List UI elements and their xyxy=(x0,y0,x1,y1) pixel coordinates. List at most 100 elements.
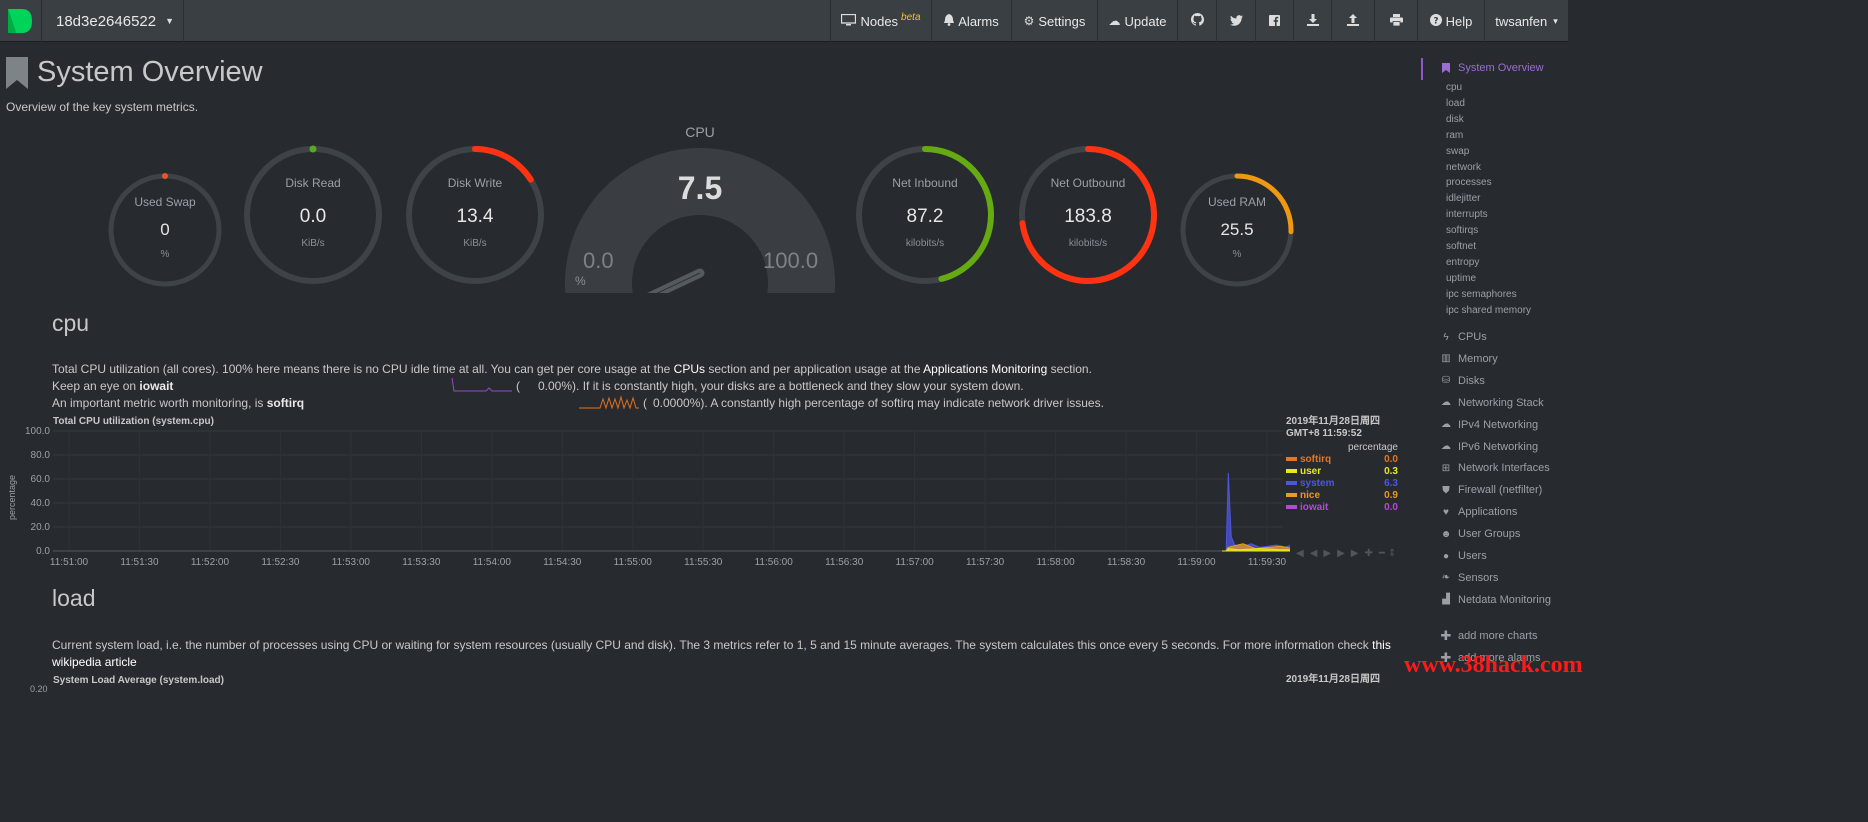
legend-swatch xyxy=(1286,493,1297,497)
sidebar-item-disks[interactable]: ⛁ Disks xyxy=(1440,375,1485,387)
cpu-description-line1: Total CPU utilization (all cores). 100% … xyxy=(52,361,1092,378)
sidebar-item-networking-stack[interactable]: ☁ Networking Stack xyxy=(1440,397,1544,409)
gauge-value: 87.2 xyxy=(906,206,944,227)
sidebar-item-ipv4-networking[interactable]: ☁ IPv4 Networking xyxy=(1440,419,1538,431)
wikipedia-link-part1[interactable]: this xyxy=(1372,638,1391,652)
nav-settings[interactable]: ⚙ Settings xyxy=(1011,0,1097,42)
hdd-icon: ⛁ xyxy=(1441,375,1451,387)
pan-right-icon[interactable]: ▶▶ xyxy=(1337,548,1364,559)
sidebar-item-users[interactable]: ● Users xyxy=(1440,550,1487,562)
cpu-chart[interactable]: 100.0 80.0 60.0 40.0 20.0 0.011:51:00 11:51:30… xyxy=(0,426,1290,566)
sidebar-item-applications[interactable]: ♥ Applications xyxy=(1440,506,1517,518)
gauge-net-inbound[interactable]: Net Inbound 87.2 kilobits/s xyxy=(854,144,996,286)
wikipedia-link-part2[interactable]: wikipedia article xyxy=(52,655,137,669)
cloud-download-icon: ☁ xyxy=(1108,14,1121,28)
gauge-arc xyxy=(309,145,317,153)
sidebar-subitem-load[interactable]: load xyxy=(1446,98,1465,109)
nav-help[interactable]: ? Help xyxy=(1417,0,1484,42)
nav-alarms[interactable]: Alarms xyxy=(931,0,1011,42)
x-tick-label: 11:55:00 xyxy=(614,557,653,566)
legend-item-user[interactable]: user 0.3 xyxy=(1286,465,1398,477)
legend-item-iowait[interactable]: iowait 0.0 xyxy=(1286,501,1398,513)
legend-swatch xyxy=(1286,481,1297,485)
download-icon xyxy=(1306,13,1319,29)
cpus-link[interactable]: CPUs xyxy=(674,362,705,376)
sidebar-subitem-processes[interactable]: processes xyxy=(1446,177,1492,188)
cpu-gauge-min: 0.0 xyxy=(583,248,614,273)
sidebar-item-label: User Groups xyxy=(1458,528,1521,541)
upload-button[interactable] xyxy=(1331,0,1374,42)
cpu-description-line2: Keep an eye on iowait xyxy=(52,378,173,395)
twitter-button[interactable] xyxy=(1216,0,1255,42)
gauge-arc xyxy=(162,173,168,179)
print-button[interactable] xyxy=(1374,0,1417,42)
gauge-used-ram[interactable]: Used RAM 25.5 % xyxy=(1179,172,1295,288)
section-title-cpu: cpu xyxy=(52,310,90,336)
gauge-cpu[interactable]: CPU 7.5 0.0 100.0 % xyxy=(560,118,835,373)
gauge-used-swap[interactable]: Used Swap 0 % xyxy=(107,172,223,288)
add-more-charts-link[interactable]: ✚ add more charts xyxy=(1440,628,1538,644)
play-icon[interactable]: ▶ xyxy=(1323,548,1337,559)
gauge-value: 0.0 xyxy=(299,206,327,227)
applications-monitoring-link[interactable]: Applications Monitoring xyxy=(923,362,1047,376)
sidebar-subitem-uptime[interactable]: uptime xyxy=(1446,273,1476,284)
resize-handle-icon[interactable]: ⇕ xyxy=(1388,548,1402,559)
legend-item-system[interactable]: system 6.3 xyxy=(1286,477,1398,489)
user-menu[interactable]: twsanfen xyxy=(1484,0,1568,42)
x-tick-label: 11:57:00 xyxy=(896,557,935,566)
load-description-line2: wikipedia article xyxy=(52,654,137,671)
zoom-in-icon[interactable]: ✚ xyxy=(1364,548,1378,559)
pan-left-icon[interactable]: ◀◀ xyxy=(1296,548,1323,559)
legend-date: 2019年11月28日周四 xyxy=(1286,416,1380,427)
y-tick-label: 100.0 xyxy=(25,426,50,437)
gauge-disk-write[interactable]: Disk Write 13.4 KiB/s xyxy=(404,144,546,286)
iowait-sparkline[interactable] xyxy=(451,377,513,393)
facebook-icon xyxy=(1269,14,1280,29)
desc-text: section. xyxy=(1047,362,1092,376)
sidebar-subitem-idlejitter[interactable]: idlejitter xyxy=(1446,193,1480,204)
heartbeat-icon: ♥ xyxy=(1443,506,1449,518)
sidebar-subitem-disk[interactable]: disk xyxy=(1446,114,1464,125)
load-chart-title: System Load Average (system.load) xyxy=(53,675,224,686)
sidebar-subitem-ram[interactable]: ram xyxy=(1446,130,1463,141)
nav-settings-label: Settings xyxy=(1038,13,1086,29)
sidebar-item-netdata-monitoring[interactable]: ▟ Netdata Monitoring xyxy=(1440,594,1551,606)
gauge-disk-read[interactable]: Disk Read 0.0 KiB/s xyxy=(242,144,384,286)
sidebar-item-sensors[interactable]: ❧ Sensors xyxy=(1440,572,1499,584)
sidebar-item-user-groups[interactable]: ☻ User Groups xyxy=(1440,528,1521,541)
sidebar-subitem-network[interactable]: network xyxy=(1446,162,1481,173)
sidebar-item-network-interfaces[interactable]: ⊞ Network Interfaces xyxy=(1440,462,1550,474)
sidebar-item-ipv6-networking[interactable]: ☁ IPv6 Networking xyxy=(1440,441,1538,453)
sidebar-item-system-overview[interactable]: System Overview xyxy=(1442,62,1544,74)
nav-update[interactable]: ☁ Update xyxy=(1097,0,1177,42)
nav-nodes-label: Nodes xyxy=(860,13,899,29)
netdata-logo[interactable] xyxy=(0,0,42,42)
sidebar-subitem-ipc-shared-memory[interactable]: ipc shared memory xyxy=(1446,305,1531,316)
sidebar-subitem-softnet[interactable]: softnet xyxy=(1446,241,1476,252)
hostname-dropdown[interactable]: 18d3e2646522 ▼ xyxy=(42,0,184,42)
sidebar-subitem-swap[interactable]: swap xyxy=(1446,146,1469,157)
load-chart-ytick: 0.20 xyxy=(30,684,48,694)
sidebar-item-label: Disks xyxy=(1458,374,1485,387)
download-button[interactable] xyxy=(1293,0,1331,42)
legend-units: percentage xyxy=(1347,442,1398,453)
plus-icon: ✚ xyxy=(1440,628,1452,643)
softirq-sparkline[interactable] xyxy=(578,394,640,410)
sidebar-subitem-softirqs[interactable]: softirqs xyxy=(1446,225,1478,236)
sidebar-subitem-cpu[interactable]: cpu xyxy=(1446,82,1462,93)
desc-text: section and per application usage at the xyxy=(705,362,924,376)
gauge-net-outbound[interactable]: Net Outbound 183.8 kilobits/s xyxy=(1017,144,1159,286)
github-button[interactable] xyxy=(1177,0,1216,42)
gauge-value: 0 xyxy=(160,220,170,239)
nav-nodes[interactable]: Nodes beta xyxy=(830,0,931,42)
facebook-button[interactable] xyxy=(1255,0,1293,42)
legend-item-softirq[interactable]: softirq 0.0 xyxy=(1286,453,1398,465)
sidebar-subitem-entropy[interactable]: entropy xyxy=(1446,257,1479,268)
sidebar-subitem-interrupts[interactable]: interrupts xyxy=(1446,209,1488,220)
sidebar-item-cpus[interactable]: ϟ CPUs xyxy=(1440,331,1487,343)
legend-item-nice[interactable]: nice 0.9 xyxy=(1286,489,1398,501)
sidebar-item-firewall-netfilter[interactable]: ⛊ Firewall (netfilter) xyxy=(1440,484,1542,496)
sidebar-subitem-ipc-semaphores[interactable]: ipc semaphores xyxy=(1446,289,1517,300)
sidebar-item-label: CPUs xyxy=(1458,331,1487,343)
sidebar-item-memory[interactable]: ▥ Memory xyxy=(1440,353,1497,365)
